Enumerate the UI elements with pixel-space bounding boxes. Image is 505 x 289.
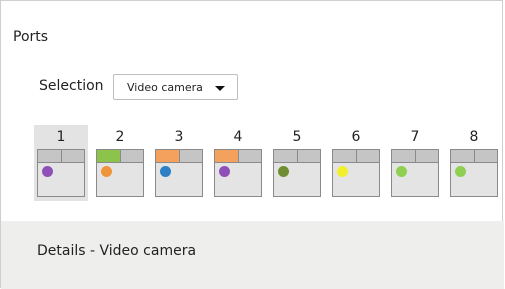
selection-label: Selection bbox=[39, 78, 104, 94]
port-icon bbox=[273, 149, 321, 197]
port-8[interactable]: 8 bbox=[447, 125, 501, 201]
port-icon bbox=[96, 149, 144, 197]
port-6[interactable]: 6 bbox=[329, 125, 383, 201]
device-dot bbox=[101, 166, 112, 177]
port-3[interactable]: 3 bbox=[152, 125, 206, 201]
details-title: Details - Video camera bbox=[37, 243, 197, 259]
port-segment-right bbox=[474, 150, 497, 162]
port-status-bar bbox=[215, 150, 261, 163]
port-status-bar bbox=[333, 150, 379, 163]
port-number: 7 bbox=[410, 129, 420, 145]
port-status-bar bbox=[156, 150, 202, 163]
port-icon bbox=[155, 149, 203, 197]
port-7[interactable]: 7 bbox=[388, 125, 442, 201]
port-icon bbox=[37, 149, 85, 197]
port-number: 2 bbox=[115, 129, 125, 145]
port-status-bar bbox=[97, 150, 143, 163]
port-segment-left bbox=[274, 150, 298, 162]
port-segment-right bbox=[415, 150, 438, 162]
port-segment-left bbox=[392, 150, 416, 162]
port-icon bbox=[391, 149, 439, 197]
port-segment-left bbox=[333, 150, 357, 162]
panel-title: Ports bbox=[13, 29, 49, 45]
port-segment-right bbox=[120, 150, 143, 162]
port-segment-right bbox=[179, 150, 202, 162]
port-status-bar bbox=[451, 150, 497, 163]
port-number: 8 bbox=[469, 129, 479, 145]
port-segment-left bbox=[38, 150, 62, 162]
ports-panel: Ports Selection Video camera 1 2 3 4 5 6… bbox=[0, 0, 504, 289]
port-status-bar bbox=[392, 150, 438, 163]
device-dot bbox=[160, 166, 171, 177]
port-segment-left bbox=[215, 150, 239, 162]
device-dot bbox=[42, 166, 53, 177]
device-dot bbox=[337, 166, 348, 177]
port-1[interactable]: 1 bbox=[34, 125, 88, 201]
port-2[interactable]: 2 bbox=[93, 125, 147, 201]
port-status-bar bbox=[274, 150, 320, 163]
port-icon bbox=[450, 149, 498, 197]
port-segment-left bbox=[156, 150, 180, 162]
selection-dropdown[interactable]: Video camera bbox=[113, 74, 238, 100]
port-number: 4 bbox=[233, 129, 243, 145]
port-segment-right bbox=[297, 150, 320, 162]
port-icon bbox=[332, 149, 380, 197]
port-status-bar bbox=[38, 150, 84, 163]
port-number: 5 bbox=[292, 129, 302, 145]
port-icon bbox=[214, 149, 262, 197]
port-segment-left bbox=[97, 150, 121, 162]
device-dot bbox=[278, 166, 289, 177]
device-dot bbox=[219, 166, 230, 177]
port-list: 1 2 3 4 5 6 7 8 bbox=[1, 125, 504, 201]
port-number: 6 bbox=[351, 129, 361, 145]
port-segment-left bbox=[451, 150, 475, 162]
port-segment-right bbox=[238, 150, 261, 162]
selection-value: Video camera bbox=[127, 80, 203, 94]
device-dot bbox=[396, 166, 407, 177]
port-number: 3 bbox=[174, 129, 184, 145]
port-number: 1 bbox=[56, 129, 66, 145]
details-section: Details - Video camera bbox=[1, 221, 504, 289]
device-dot bbox=[455, 166, 466, 177]
port-segment-right bbox=[61, 150, 84, 162]
port-4[interactable]: 4 bbox=[211, 125, 265, 201]
caret-down-icon bbox=[215, 86, 225, 91]
port-5[interactable]: 5 bbox=[270, 125, 324, 201]
port-segment-right bbox=[356, 150, 379, 162]
